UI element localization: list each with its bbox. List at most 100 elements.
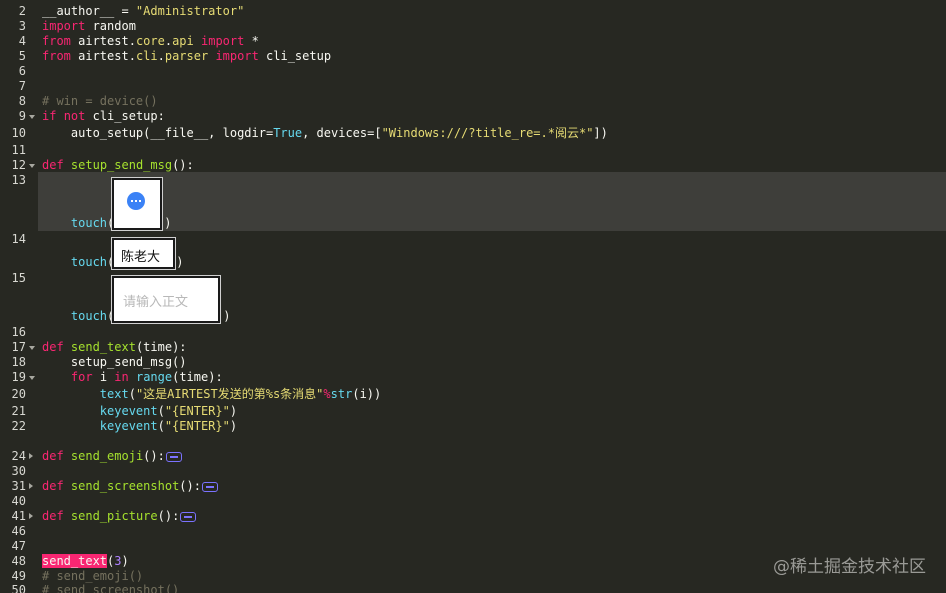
code-line-3[interactable]: import random	[42, 19, 136, 34]
code-line-49[interactable]: # send_emoji()	[42, 569, 143, 584]
image-template-chat-icon[interactable]	[111, 177, 163, 231]
line-number: 31	[11, 479, 26, 493]
fold-expand-icon[interactable]	[29, 483, 33, 489]
token: airtest.	[70, 34, 136, 48]
code-line-5[interactable]: from airtest.cli.parser import cli_setup	[42, 49, 331, 64]
token-function-name: send_picture	[70, 509, 158, 523]
code-line-17[interactable]: def send_text(time):	[42, 340, 187, 355]
token: )	[223, 309, 231, 323]
code-line-18[interactable]: setup_send_msg()	[42, 355, 187, 370]
line-number: 16	[11, 325, 26, 339]
token-comment: # send_screenshot()	[42, 583, 180, 593]
token-module: api	[172, 34, 194, 48]
code-line-48[interactable]: send_text(3)	[42, 554, 129, 569]
line-number: 47	[11, 539, 26, 553]
token-function-call: keyevent	[99, 404, 158, 418]
image-template-contact[interactable]: 陈老大	[111, 237, 176, 270]
code-line-10[interactable]: auto_setup(__file__, logdir=True, device…	[42, 126, 608, 141]
line-number: 17	[11, 340, 26, 354]
code-line-8[interactable]: # win = device()	[42, 94, 158, 109]
code-line-20[interactable]: text("这是AIRTEST发送的第%s条消息"%str(i))	[42, 387, 381, 402]
token-string: "{ENTER}"	[164, 419, 230, 433]
code-line-22[interactable]: keyevent("{ENTER}")	[42, 419, 237, 434]
image-template-input[interactable]: 请输入正文	[111, 275, 221, 324]
token: )	[176, 255, 184, 269]
token-comment: # send_emoji()	[42, 569, 144, 583]
line-number: 9	[18, 109, 26, 123]
line-number: 11	[11, 143, 26, 157]
token: (	[157, 419, 165, 433]
token-module: core	[135, 34, 165, 48]
code-line-19[interactable]: for i in range(time):	[42, 370, 223, 385]
token-keyword: from	[42, 34, 71, 48]
code-line-31[interactable]: def send_screenshot():	[42, 479, 218, 494]
token-selected: send_text	[42, 554, 108, 568]
token-function-name: send_emoji	[70, 449, 144, 463]
token-string: "这是AIRTEST发送的第%s条消息"	[135, 387, 324, 401]
token: .	[164, 34, 173, 48]
fold-expand-icon[interactable]	[29, 513, 33, 519]
code-line-21[interactable]: keyevent("{ENTER}")	[42, 404, 237, 419]
code-line-4[interactable]: from airtest.core.api import *	[42, 34, 259, 49]
token: ():	[157, 509, 180, 523]
fold-collapse-icon[interactable]	[29, 164, 35, 168]
token: random	[85, 19, 136, 33]
token-string: "Administrator"	[135, 4, 245, 18]
line-number: 7	[18, 79, 26, 93]
fold-ellipsis-icon[interactable]	[201, 481, 218, 492]
line-number: 4	[18, 34, 26, 48]
fold-ellipsis-icon[interactable]	[180, 511, 197, 522]
line-number: 6	[18, 64, 26, 78]
token-keyword: def	[42, 509, 64, 523]
fold-collapse-icon[interactable]	[29, 376, 35, 380]
code-line-24[interactable]: def send_emoji():	[42, 449, 182, 464]
token-keyword: def	[42, 340, 64, 354]
token: ():	[172, 158, 194, 172]
token-keyword: def	[42, 479, 64, 493]
fold-collapse-icon[interactable]	[29, 346, 35, 350]
line-number: 5	[18, 49, 26, 63]
token-keyword: import	[42, 19, 86, 33]
token: airtest.	[70, 49, 136, 63]
token-function-name: send_text	[70, 340, 136, 354]
line-gutter: 2 3 4 5 6 7 8 9 10 11 12 13 14 15 16 17 18 19 20 21 22 24 30 31…	[0, 0, 38, 593]
line-number: 8	[18, 94, 26, 108]
token-keyword: for	[70, 370, 93, 384]
line-number: 22	[11, 419, 26, 433]
line-number: 30	[11, 464, 26, 478]
line-number: 19	[11, 370, 26, 384]
token-module: cli	[135, 49, 158, 63]
line-number: 20	[11, 387, 26, 401]
chat-bubble-icon	[127, 192, 145, 210]
token-keyword: if	[42, 109, 57, 123]
line-number: 21	[11, 404, 26, 418]
token-keyword: def	[42, 449, 64, 463]
token-function-call: touch	[42, 216, 108, 230]
code-line-41[interactable]: def send_picture():	[42, 509, 197, 524]
token: __author__ =	[42, 4, 136, 18]
line-number: 24	[11, 449, 26, 463]
code-line-2[interactable]: __author__ = "Administrator"	[42, 4, 244, 19]
token-keyword: import	[215, 49, 259, 63]
token: )	[229, 404, 238, 418]
token-constant: True	[273, 126, 303, 140]
token: )	[121, 554, 129, 568]
token-number: 3	[114, 554, 122, 568]
code-line-9[interactable]: if not cli_setup:	[42, 109, 165, 124]
line-number: 50	[11, 583, 26, 593]
contact-name-text: 陈老大	[121, 250, 161, 265]
fold-expand-icon[interactable]	[29, 453, 33, 459]
fold-collapse-icon[interactable]	[29, 115, 35, 119]
code-line-12[interactable]: def setup_send_msg():	[42, 158, 194, 173]
code-line-50[interactable]: # send_screenshot()	[42, 583, 179, 593]
code-editor[interactable]: 2 3 4 5 6 7 8 9 10 11 12 13 14 15 16 17 18 19 20 21 22 24 30 31…	[0, 0, 946, 593]
token-builtin: range	[135, 370, 173, 384]
fold-ellipsis-icon[interactable]	[165, 451, 182, 462]
